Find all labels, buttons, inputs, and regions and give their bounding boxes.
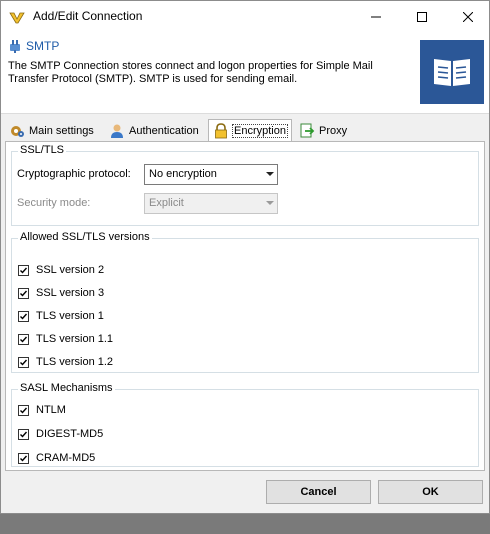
tab-strip: Main settings Authentication Encryption bbox=[5, 119, 485, 141]
group-legend: SSL/TLS bbox=[18, 144, 67, 156]
checkbox-checked[interactable] bbox=[18, 428, 29, 440]
dialog-footer: Cancel OK bbox=[1, 475, 489, 513]
checkbox-checked[interactable] bbox=[18, 452, 29, 464]
checkbox-label: NTLM bbox=[36, 404, 66, 416]
connection-description: The SMTP Connection stores connect and l… bbox=[8, 60, 373, 85]
checkbox-label: DIGEST-MD5 bbox=[36, 428, 104, 440]
app-logo-icon bbox=[9, 9, 25, 25]
group-legend: SASL Mechanisms bbox=[18, 382, 115, 394]
checkbox-checked[interactable] bbox=[18, 264, 29, 276]
minimize-icon bbox=[371, 16, 381, 17]
tab-main-settings[interactable]: Main settings bbox=[5, 121, 98, 141]
cryptographic-protocol-select[interactable]: No encryption bbox=[144, 164, 278, 185]
checkbox-label: TLS version 1 bbox=[36, 310, 104, 322]
checkbox-checked[interactable] bbox=[18, 333, 29, 345]
ntlm-checkbox[interactable]: NTLM bbox=[18, 404, 66, 416]
encryption-panel: SSL/TLS Cryptographic protocol: No encry… bbox=[5, 141, 485, 471]
tab-proxy[interactable]: Proxy bbox=[295, 121, 351, 141]
user-icon bbox=[109, 123, 125, 139]
sasl-mechanisms-group: SASL Mechanisms NTLM DIGEST-MD5 CRAM-MD5 bbox=[11, 382, 479, 467]
maximize-button[interactable] bbox=[399, 1, 445, 32]
gear-icon bbox=[9, 123, 25, 139]
tls-version-1-2-checkbox[interactable]: TLS version 1.2 bbox=[18, 356, 113, 368]
security-mode-label: Security mode: bbox=[17, 197, 91, 209]
checkbox-label: SSL version 2 bbox=[36, 264, 105, 276]
checkbox-checked[interactable] bbox=[18, 310, 29, 322]
minimize-button[interactable] bbox=[353, 1, 399, 32]
checkbox-checked[interactable] bbox=[18, 356, 29, 368]
ok-button[interactable]: OK bbox=[378, 480, 483, 504]
checkbox-label: TLS version 1.2 bbox=[36, 356, 114, 368]
checkbox-checked[interactable] bbox=[18, 287, 29, 299]
ssl-version-3-checkbox[interactable]: SSL version 3 bbox=[18, 287, 104, 299]
checkbox-label: TLS version 1.1 bbox=[36, 333, 114, 345]
tls-version-1-1-checkbox[interactable]: TLS version 1.1 bbox=[18, 333, 113, 345]
selected-value: No encryption bbox=[149, 168, 217, 180]
digest-md5-checkbox[interactable]: DIGEST-MD5 bbox=[18, 428, 103, 440]
checkbox-label: SSL version 3 bbox=[36, 287, 105, 299]
tls-version-1-checkbox[interactable]: TLS version 1 bbox=[18, 310, 104, 322]
close-button[interactable] bbox=[445, 1, 489, 32]
allowed-versions-group: Allowed SSL/TLS versions SSL version 2 S… bbox=[11, 231, 479, 373]
book-icon bbox=[420, 40, 484, 104]
close-icon bbox=[463, 11, 473, 22]
selected-value: Explicit bbox=[149, 197, 184, 209]
protocol-label: Cryptographic protocol: bbox=[17, 168, 131, 180]
checkbox-checked[interactable] bbox=[18, 404, 29, 416]
checkbox-label: CRAM-MD5 bbox=[36, 452, 96, 464]
security-mode-select[interactable]: Explicit bbox=[144, 193, 278, 214]
plug-icon bbox=[7, 38, 23, 54]
ssl-tls-group: SSL/TLS Cryptographic protocol: No encry… bbox=[11, 144, 479, 226]
connection-header: SMTP The SMTP Connection stores connect … bbox=[1, 32, 489, 114]
title-bar[interactable]: Add/Edit Connection bbox=[1, 1, 489, 32]
ssl-version-2-checkbox[interactable]: SSL version 2 bbox=[18, 264, 104, 276]
maximize-icon bbox=[417, 11, 427, 22]
tab-label: Proxy bbox=[319, 125, 348, 137]
cancel-button[interactable]: Cancel bbox=[266, 480, 371, 504]
tab-label: Authentication bbox=[129, 125, 199, 137]
dialog-window: Add/Edit Connection SMTP The SMTP Connec… bbox=[0, 0, 490, 514]
window-title: Add/Edit Connection bbox=[33, 9, 143, 23]
connection-type-title: SMTP bbox=[26, 39, 60, 53]
cram-md5-checkbox[interactable]: CRAM-MD5 bbox=[18, 452, 95, 464]
proxy-icon bbox=[299, 123, 315, 139]
tab-label: Main settings bbox=[29, 125, 94, 137]
tab-authentication[interactable]: Authentication bbox=[105, 121, 203, 141]
lock-icon bbox=[213, 122, 229, 139]
tab-encryption[interactable]: Encryption bbox=[208, 119, 292, 141]
tab-label: Encryption bbox=[232, 123, 288, 138]
group-legend: Allowed SSL/TLS versions bbox=[18, 231, 152, 243]
dropdown-arrow-icon bbox=[266, 201, 274, 205]
dropdown-arrow-icon bbox=[266, 172, 274, 176]
